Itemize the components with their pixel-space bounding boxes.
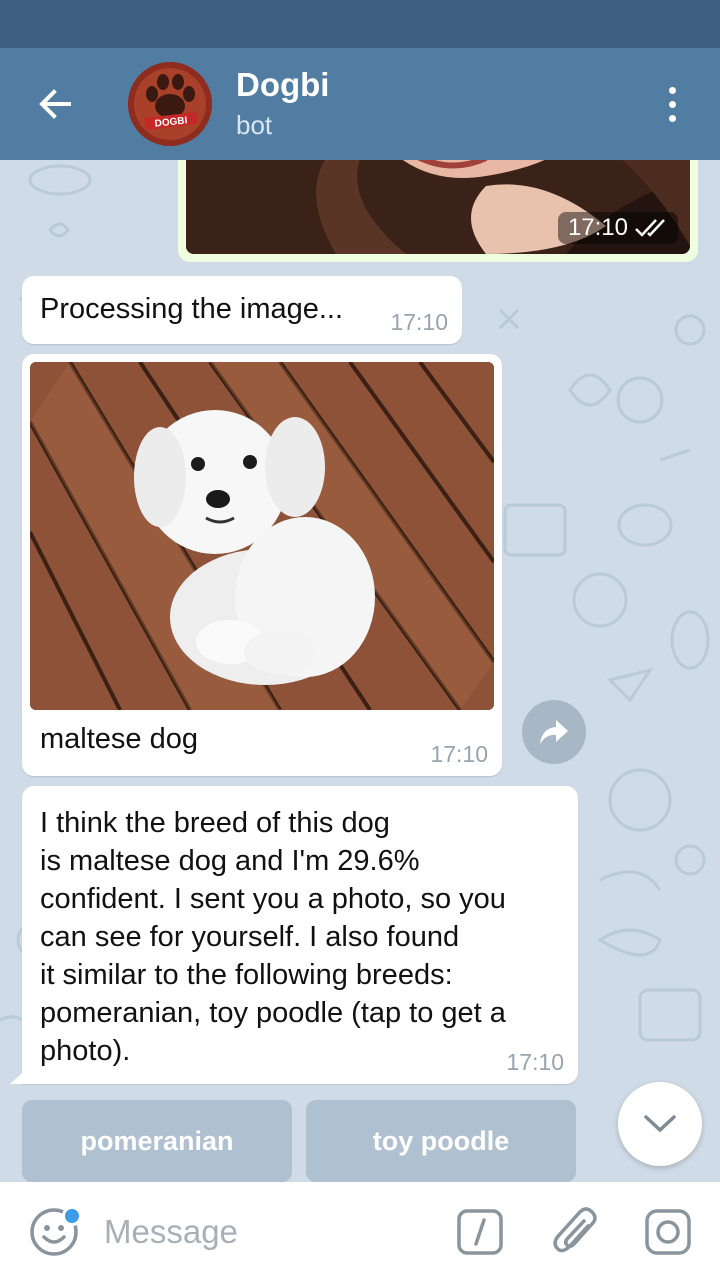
chat-title[interactable]: Dogbi <box>236 66 329 104</box>
keyboard-button-pomeranian[interactable]: pomeranian <box>22 1100 292 1182</box>
avatar[interactable]: DOGBI <box>128 62 212 146</box>
outgoing-photo-message[interactable]: 17:10 <box>178 160 698 262</box>
photo-caption: maltese dog <box>40 723 198 755</box>
more-dot-icon <box>668 114 676 122</box>
message-input-bar <box>0 1182 720 1280</box>
double-check-icon <box>635 219 665 237</box>
more-dot-icon <box>668 86 676 94</box>
share-arrow-icon <box>540 720 568 744</box>
back-button[interactable] <box>20 74 90 134</box>
scroll-to-bottom-button[interactable] <box>618 1082 702 1166</box>
keyboard-button-toy-poodle[interactable]: toy poodle <box>306 1100 576 1182</box>
chat-subtitle: bot <box>236 110 273 140</box>
message-time: 17:10 <box>390 309 448 335</box>
camera-icon <box>645 1209 691 1255</box>
chat-area[interactable]: 17:10 Processing the image... 17:10 malt… <box>0 160 720 1182</box>
paperclip-icon <box>553 1207 597 1253</box>
incoming-photo-message[interactable]: maltese dog 17:10 <box>22 354 502 776</box>
message-time-badge: 17:10 <box>557 212 678 244</box>
message-time: 17:10 <box>567 214 628 241</box>
attach-button[interactable] <box>552 1206 600 1258</box>
chat-header: DOGBI Dogbi bot <box>0 48 720 160</box>
incoming-message-processing[interactable]: Processing the image... 17:10 <box>22 276 462 344</box>
back-arrow-icon <box>39 89 71 119</box>
message-input[interactable] <box>104 1206 424 1258</box>
message-time: 17:10 <box>506 1049 564 1075</box>
message-text: Processing the image... <box>40 293 344 325</box>
message-text: I think the breed of this dog is maltese… <box>40 807 506 1067</box>
more-dot-icon <box>668 100 676 108</box>
incoming-message-result[interactable]: I think the breed of this dog is maltese… <box>22 786 578 1084</box>
message-time: 17:10 <box>430 741 488 767</box>
chevron-down-icon <box>644 1115 676 1133</box>
notification-dot-icon <box>62 1206 82 1226</box>
forward-button[interactable] <box>522 700 586 764</box>
bot-command-button[interactable] <box>456 1208 504 1256</box>
camera-button[interactable] <box>644 1208 692 1256</box>
maltese-dog-image <box>30 362 494 710</box>
status-bar <box>0 0 720 48</box>
outgoing-photo[interactable]: 17:10 <box>186 160 690 254</box>
more-options-button[interactable] <box>648 78 696 130</box>
dog-photo[interactable] <box>30 362 494 710</box>
paw-logo-icon: DOGBI <box>128 62 212 146</box>
slash-command-icon <box>457 1209 503 1255</box>
